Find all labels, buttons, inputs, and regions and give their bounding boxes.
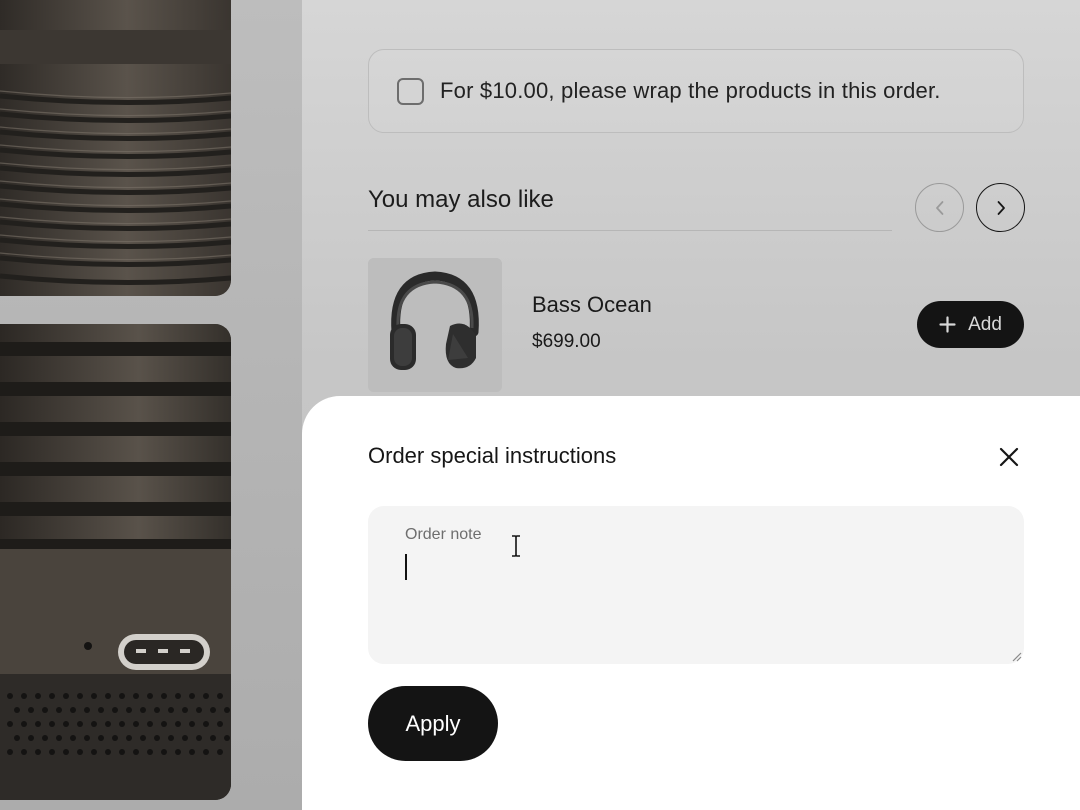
resize-handle-icon[interactable]: [1010, 650, 1022, 662]
product-price: $699.00: [532, 331, 601, 352]
chevron-left-icon: [935, 200, 943, 215]
chevron-right-icon: [997, 200, 1005, 215]
speaker-top-image: [0, 0, 231, 296]
add-button-label: Add: [968, 313, 1002, 335]
speaker-bottom-image: [0, 324, 231, 800]
headphones-image: [368, 258, 502, 392]
plus-icon: [939, 316, 956, 333]
gift-wrap-label: For $10.00, please wrap the products in …: [440, 78, 941, 103]
text-caret: [405, 554, 407, 580]
gift-wrap-option[interactable]: For $10.00, please wrap the products in …: [368, 49, 1024, 133]
close-button[interactable]: [993, 441, 1025, 473]
gift-wrap-checkbox[interactable]: [397, 77, 424, 105]
order-note-label: Order note: [405, 526, 482, 543]
product-thumbnail[interactable]: [368, 258, 502, 392]
recommendations-title: You may also like: [368, 186, 554, 213]
add-to-cart-button[interactable]: Add: [917, 301, 1024, 348]
previous-button[interactable]: [915, 183, 964, 232]
close-icon: [999, 447, 1019, 467]
text-cursor-icon: [512, 535, 520, 557]
recommendations-divider: [368, 230, 892, 231]
product-name[interactable]: Bass Ocean: [532, 292, 652, 318]
order-instructions-drawer: Order special instructions Order note Ap…: [302, 396, 1080, 810]
drawer-title: Order special instructions: [368, 443, 617, 468]
next-button[interactable]: [976, 183, 1025, 232]
product-gallery: [0, 0, 302, 810]
apply-button[interactable]: Apply: [368, 686, 498, 761]
order-note-field[interactable]: Order note: [368, 506, 1024, 664]
